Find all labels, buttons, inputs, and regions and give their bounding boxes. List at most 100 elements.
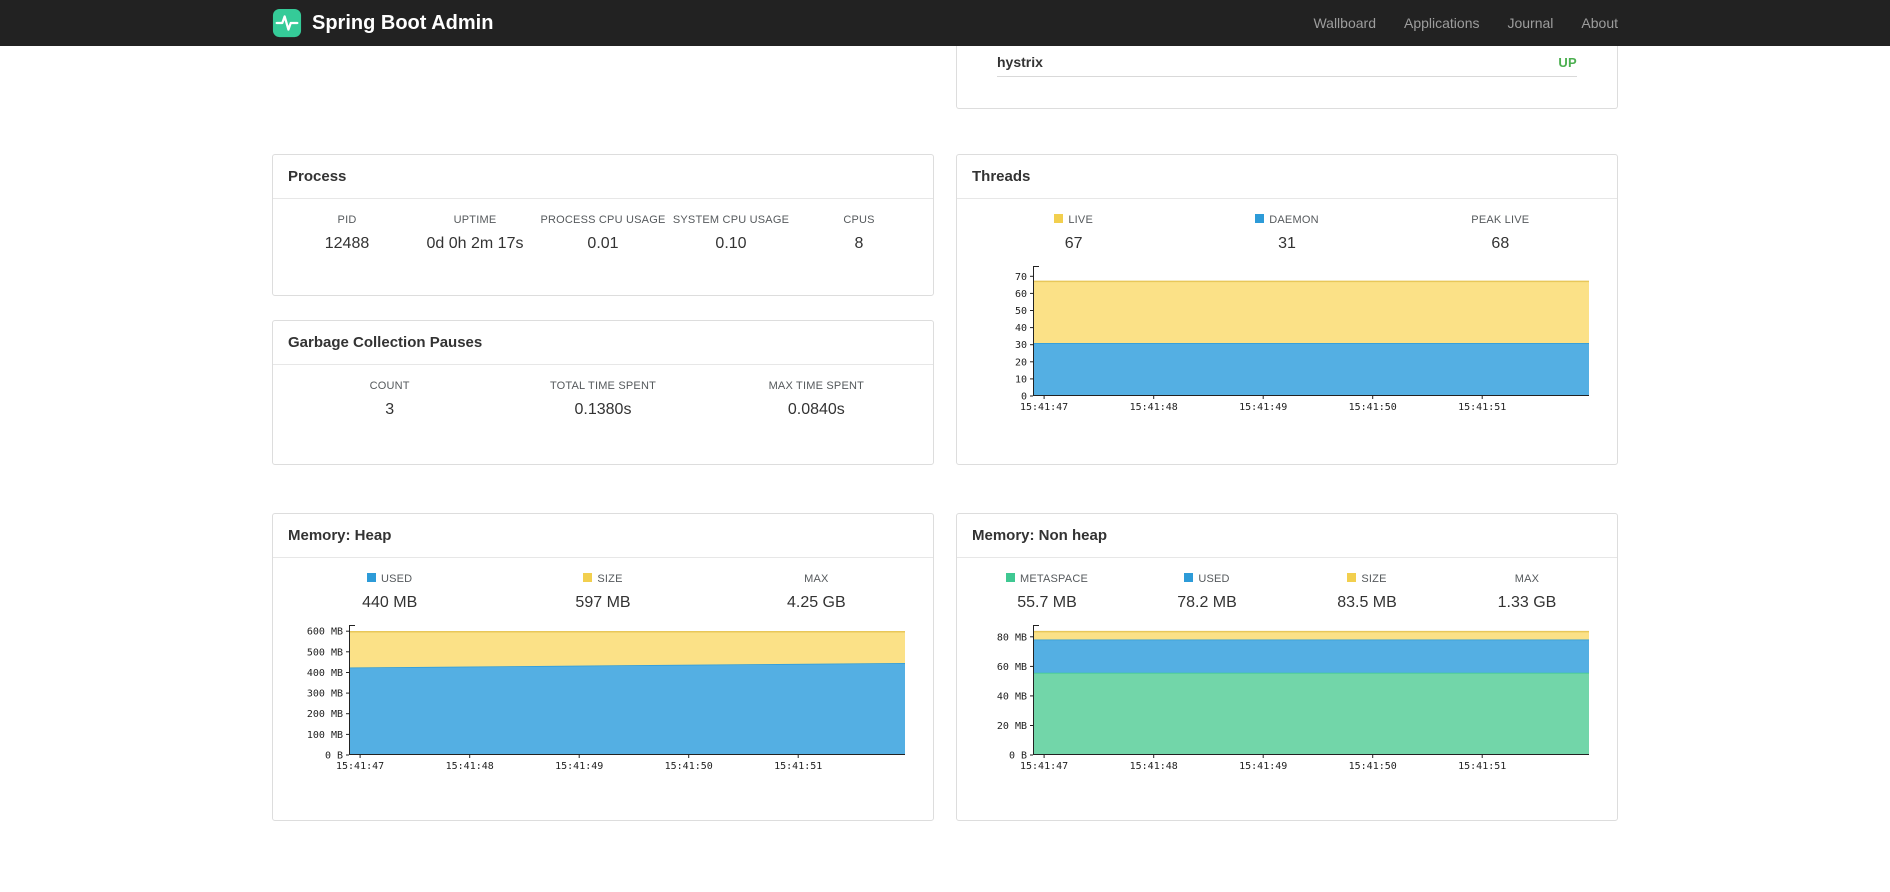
brand-title: Spring Boot Admin — [312, 11, 494, 34]
metric-value: 0.1380s — [574, 401, 632, 418]
memory-nonheap-card: Memory: Non heap METASPACE 55.7 MB USED … — [956, 513, 1618, 821]
memory-nonheap-title: Memory: Non heap — [957, 514, 1617, 558]
spring-boot-admin-logo-icon — [272, 8, 302, 38]
legend-label: MAX — [1514, 573, 1540, 585]
metric-uptime: UPTIME 0d 0h 2m 17s — [411, 214, 539, 253]
svg-text:0: 0 — [1021, 392, 1027, 403]
svg-text:15:41:47: 15:41:47 — [1020, 761, 1068, 772]
nav-item-journal[interactable]: Journal — [1507, 15, 1553, 31]
svg-text:0 B: 0 B — [1009, 751, 1027, 762]
legend-live: LIVE 67 — [967, 214, 1180, 253]
legend-label: USED — [380, 573, 413, 585]
metric-system-cpu: SYSTEM CPU USAGE 0.10 — [667, 214, 795, 253]
daemon-swatch-icon — [1255, 214, 1265, 223]
threads-card: Threads LIVE 67 DAEMON 31 PEAK LIVE 68 0… — [956, 154, 1618, 465]
metaspace-swatch-icon — [1005, 573, 1015, 582]
application-name: hystrix — [997, 54, 1043, 70]
metric-label: PROCESS CPU USAGE — [540, 214, 666, 226]
metric-label: CPUS — [843, 214, 875, 226]
metric-value: 0d 0h 2m 17s — [426, 235, 524, 252]
memory-heap-chart: 0 B 100 MB 200 MB 300 MB 400 MB 500 MB 600 MB 1… — [273, 625, 933, 782]
svg-text:60: 60 — [1015, 289, 1027, 300]
legend-label: SIZE — [1361, 573, 1387, 585]
metric-pid: PID 12488 — [283, 214, 411, 253]
legend-label: METASPACE — [1019, 573, 1088, 585]
legend-heap-used: USED 440 MB — [283, 573, 496, 612]
legend-heap-max: MAX 4.25 GB — [710, 573, 923, 612]
legend-value: 78.2 MB — [1177, 594, 1237, 611]
used-swatch-icon — [1184, 573, 1194, 582]
main-content: Process PID 12488 UPTIME 0d 0h 2m 17s PR… — [272, 46, 1618, 821]
threads-legend: LIVE 67 DAEMON 31 PEAK LIVE 68 — [957, 199, 1617, 261]
legend-value: 67 — [1064, 235, 1083, 252]
svg-text:500 MB: 500 MB — [307, 647, 343, 658]
nav-item-about[interactable]: About — [1581, 15, 1618, 31]
metric-label: TOTAL TIME SPENT — [549, 380, 657, 392]
legend-nonheap-size: SIZE 83.5 MB — [1287, 573, 1447, 612]
left-column: Process PID 12488 UPTIME 0d 0h 2m 17s PR… — [272, 46, 934, 821]
size-swatch-icon — [1347, 573, 1357, 582]
legend-nonheap-max: MAX 1.33 GB — [1447, 573, 1607, 612]
legend-metaspace: METASPACE 55.7 MB — [967, 573, 1127, 612]
threads-chart: 0 10 20 30 40 50 60 70 15:41:47 15:41:48 15:41:49 1… — [957, 266, 1617, 423]
application-row-hystrix[interactable]: hystrix UP — [997, 46, 1577, 77]
nav-item-wallboard[interactable]: Wallboard — [1313, 15, 1376, 31]
brand[interactable]: Spring Boot Admin — [272, 8, 493, 38]
svg-text:100 MB: 100 MB — [307, 730, 343, 741]
legend-label: SIZE — [597, 573, 623, 585]
applications-status-card: hystrix UP — [956, 46, 1618, 109]
metric-gc-total-time: TOTAL TIME SPENT 0.1380s — [496, 380, 709, 419]
svg-text:15:41:48: 15:41:48 — [1130, 761, 1178, 772]
svg-text:200 MB: 200 MB — [307, 709, 343, 720]
metric-value: 3 — [385, 401, 395, 418]
svg-text:20 MB: 20 MB — [997, 721, 1027, 732]
svg-text:15:41:48: 15:41:48 — [446, 761, 494, 772]
svg-text:600 MB: 600 MB — [307, 627, 343, 638]
svg-text:30: 30 — [1015, 340, 1027, 351]
memory-heap-title: Memory: Heap — [273, 514, 933, 558]
legend-value: 68 — [1491, 235, 1510, 252]
legend-label: USED — [1198, 573, 1230, 585]
process-card: Process PID 12488 UPTIME 0d 0h 2m 17s PR… — [272, 154, 934, 296]
live-swatch-icon — [1054, 214, 1064, 223]
svg-text:300 MB: 300 MB — [307, 689, 343, 700]
svg-text:400 MB: 400 MB — [307, 668, 343, 679]
svg-text:15:41:49: 15:41:49 — [1239, 761, 1287, 772]
legend-nonheap-used: USED 78.2 MB — [1127, 573, 1287, 612]
legend-daemon: DAEMON 31 — [1180, 214, 1393, 253]
memory-heap-card: Memory: Heap USED 440 MB SIZE 597 MB MAX… — [272, 513, 934, 821]
svg-text:70: 70 — [1015, 272, 1027, 283]
metric-process-cpu: PROCESS CPU USAGE 0.01 — [539, 214, 667, 253]
legend-heap-size: SIZE 597 MB — [496, 573, 709, 612]
legend-value: 31 — [1278, 235, 1296, 252]
metric-value: 0.01 — [587, 235, 619, 252]
metric-value: 0.0840s — [787, 401, 845, 418]
legend-value: 440 MB — [362, 594, 418, 611]
svg-text:80 MB: 80 MB — [997, 632, 1027, 643]
svg-text:50: 50 — [1015, 306, 1027, 317]
nav-item-applications[interactable]: Applications — [1404, 15, 1480, 31]
metric-label: COUNT — [369, 380, 410, 392]
svg-text:15:41:49: 15:41:49 — [555, 761, 603, 772]
size-swatch-icon — [583, 573, 593, 582]
metric-value: 12488 — [324, 235, 370, 252]
gc-pauses-card: Garbage Collection Pauses COUNT 3 TOTAL … — [272, 320, 934, 465]
legend-value: 83.5 MB — [1337, 594, 1397, 611]
nav-links: Wallboard Applications Journal About — [1313, 15, 1618, 31]
legend-peak-live: PEAK LIVE 68 — [1394, 214, 1607, 253]
heap-legend: USED 440 MB SIZE 597 MB MAX 4.25 GB — [273, 558, 933, 620]
process-metrics: PID 12488 UPTIME 0d 0h 2m 17s PROCESS CP… — [273, 199, 933, 261]
svg-text:15:41:47: 15:41:47 — [1020, 402, 1068, 413]
svg-text:0 B: 0 B — [325, 751, 343, 762]
top-navbar: Spring Boot Admin Wallboard Applications… — [0, 0, 1890, 46]
nonheap-legend: METASPACE 55.7 MB USED 78.2 MB SIZE 83.5… — [957, 558, 1617, 620]
svg-text:15:41:50: 15:41:50 — [1349, 402, 1397, 413]
svg-text:15:41:49: 15:41:49 — [1239, 402, 1287, 413]
legend-label: DAEMON — [1269, 214, 1319, 226]
legend-value: 1.33 GB — [1497, 594, 1557, 611]
legend-value: 4.25 GB — [786, 594, 846, 611]
svg-text:15:41:51: 15:41:51 — [1458, 761, 1506, 772]
svg-text:15:41:50: 15:41:50 — [1349, 761, 1397, 772]
metric-label: SYSTEM CPU USAGE — [672, 214, 790, 226]
metric-value: 8 — [854, 235, 864, 252]
